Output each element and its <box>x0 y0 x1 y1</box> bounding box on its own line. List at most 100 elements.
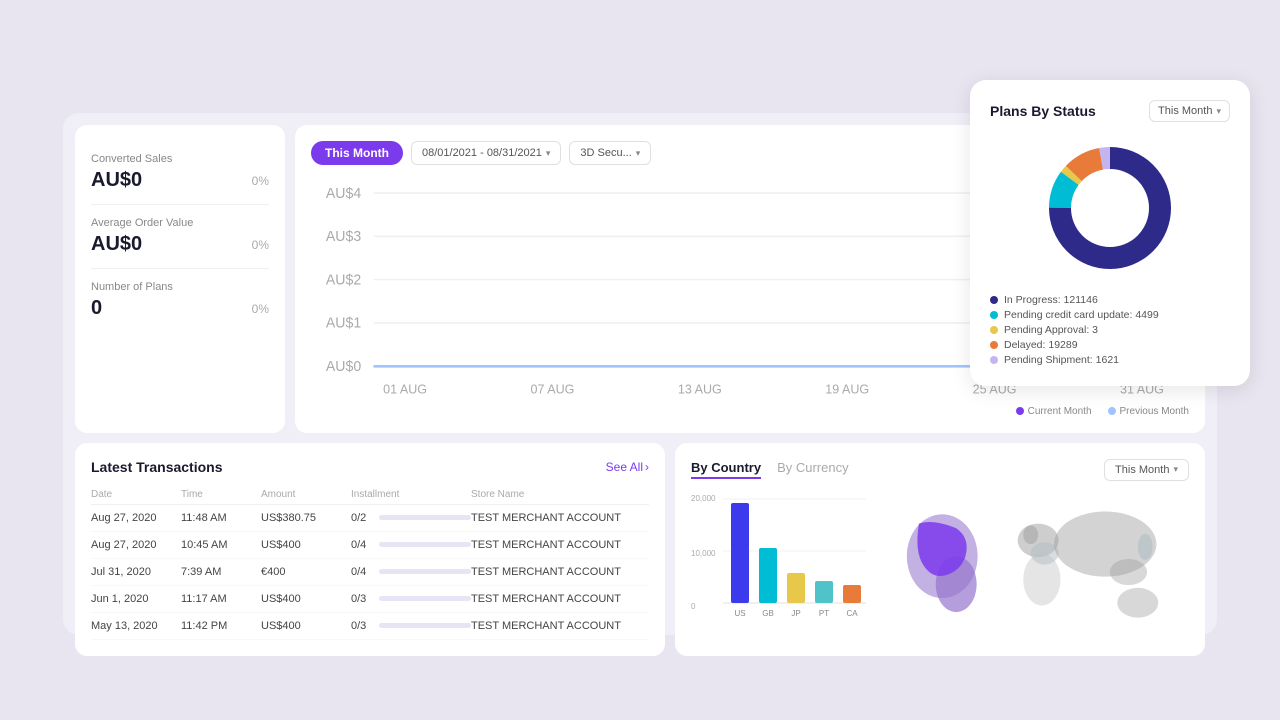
stat-num-plans: Number of Plans 0 0% <box>91 269 269 332</box>
plans-card-header: Plans By Status This Month ▾ <box>990 100 1230 122</box>
stat-avg-order-percent: 0% <box>252 238 269 252</box>
legend-item: Pending Approval: 3 <box>990 324 1230 336</box>
col-installment: Installment <box>351 489 471 500</box>
td-installment: 0/4 <box>351 539 471 551</box>
transactions-header: Latest Transactions See All › <box>91 459 649 475</box>
svg-text:AU$0: AU$0 <box>326 359 361 375</box>
legend-label: In Progress: 121146 <box>1004 294 1098 306</box>
country-header: By Country By Currency This Month ▾ <box>691 459 1189 481</box>
td-amount: US$400 <box>261 593 351 605</box>
plans-this-month-button[interactable]: This Month ▾ <box>1149 100 1230 122</box>
svg-text:AU$2: AU$2 <box>326 272 361 288</box>
chart-legend: Current Month Previous Month <box>311 406 1189 417</box>
transactions-title: Latest Transactions <box>91 459 223 475</box>
svg-text:07 AUG: 07 AUG <box>531 382 575 396</box>
plans-card: Plans By Status This Month ▾ <box>970 80 1250 386</box>
world-map <box>891 491 1189 640</box>
svg-text:CA: CA <box>846 609 858 618</box>
country-content: 20,000 10,000 0 US GB <box>691 491 1189 640</box>
date-range-button[interactable]: 08/01/2021 - 08/31/2021 ▾ <box>411 141 561 165</box>
td-amount: €400 <box>261 566 351 578</box>
chevron-down-icon: ▾ <box>1173 464 1178 475</box>
legend-item: Pending credit card update: 4499 <box>990 309 1230 321</box>
transactions-panel: Latest Transactions See All › Date Time … <box>75 443 665 656</box>
td-date: Jun 1, 2020 <box>91 593 181 605</box>
filter-label: 3D Secu... <box>580 147 631 159</box>
td-installment: 0/3 <box>351 593 471 605</box>
stat-avg-order-value: AU$0 <box>91 233 142 256</box>
svg-text:GB: GB <box>762 609 774 618</box>
country-tabs: By Country By Currency <box>691 460 849 479</box>
td-time: 11:42 PM <box>181 620 261 632</box>
legend-item: In Progress: 121146 <box>990 294 1230 306</box>
bar-chart: 20,000 10,000 0 US GB <box>691 491 891 640</box>
legend-label: Delayed: 19289 <box>1004 339 1078 351</box>
plans-this-month-label: This Month <box>1158 105 1212 117</box>
country-this-month-label: This Month <box>1115 464 1169 476</box>
td-store: TEST MERCHANT ACCOUNT <box>471 539 649 551</box>
td-store: TEST MERCHANT ACCOUNT <box>471 566 649 578</box>
legend-label: Pending Shipment: 1621 <box>1004 354 1119 366</box>
country-panel: By Country By Currency This Month ▾ 20,0… <box>675 443 1205 656</box>
tab-by-currency[interactable]: By Currency <box>777 460 849 479</box>
svg-text:AU$3: AU$3 <box>326 229 361 245</box>
svg-text:PT: PT <box>819 609 829 618</box>
plans-legend: In Progress: 121146 Pending credit card … <box>990 294 1230 366</box>
chevron-down-icon: ▾ <box>636 148 641 159</box>
table-row: Aug 27, 2020 11:48 AM US$380.75 0/2 TEST… <box>91 505 649 532</box>
donut-chart <box>990 138 1230 278</box>
table-header: Date Time Amount Installment Store Name <box>91 485 649 505</box>
svg-text:0: 0 <box>691 602 696 611</box>
legend-item: Pending Shipment: 1621 <box>990 354 1230 366</box>
date-range-label: 08/01/2021 - 08/31/2021 <box>422 147 542 159</box>
svg-text:13 AUG: 13 AUG <box>678 382 722 396</box>
td-date: Aug 27, 2020 <box>91 539 181 551</box>
col-date: Date <box>91 489 181 500</box>
stat-num-plans-value: 0 <box>91 297 102 320</box>
tab-by-country[interactable]: By Country <box>691 460 761 479</box>
stat-num-plans-label: Number of Plans <box>91 281 269 293</box>
col-time: Time <box>181 489 261 500</box>
svg-text:AU$1: AU$1 <box>326 316 361 332</box>
td-time: 11:48 AM <box>181 512 261 524</box>
td-amount: US$400 <box>261 620 351 632</box>
stat-num-plans-percent: 0% <box>252 302 269 316</box>
arrow-right-icon: › <box>645 460 649 474</box>
legend-current: Current Month <box>1016 406 1092 417</box>
td-store: TEST MERCHANT ACCOUNT <box>471 593 649 605</box>
td-amount: US$380.75 <box>261 512 351 524</box>
td-store: TEST MERCHANT ACCOUNT <box>471 620 649 632</box>
table-row: Jun 1, 2020 11:17 AM US$400 0/3 TEST MER… <box>91 586 649 613</box>
country-this-month-button[interactable]: This Month ▾ <box>1104 459 1189 481</box>
col-amount: Amount <box>261 489 351 500</box>
svg-text:JP: JP <box>791 609 800 618</box>
legend-label: Pending credit card update: 4499 <box>1004 309 1159 321</box>
bottom-row: Latest Transactions See All › Date Time … <box>75 443 1205 656</box>
td-store: TEST MERCHANT ACCOUNT <box>471 512 649 524</box>
svg-text:01 AUG: 01 AUG <box>383 382 427 396</box>
td-date: May 13, 2020 <box>91 620 181 632</box>
td-time: 10:45 AM <box>181 539 261 551</box>
filter-button[interactable]: 3D Secu... ▾ <box>569 141 651 165</box>
legend-previous: Previous Month <box>1108 406 1189 417</box>
transaction-rows: Aug 27, 2020 11:48 AM US$380.75 0/2 TEST… <box>91 505 649 640</box>
td-installment: 0/2 <box>351 512 471 524</box>
svg-text:AU$4: AU$4 <box>326 186 361 202</box>
stat-converted-sales-percent: 0% <box>252 174 269 188</box>
svg-text:10,000: 10,000 <box>691 549 716 558</box>
td-date: Aug 27, 2020 <box>91 512 181 524</box>
see-all-link[interactable]: See All › <box>606 460 649 474</box>
td-amount: US$400 <box>261 539 351 551</box>
see-all-label: See All <box>606 460 643 474</box>
stat-avg-order-label: Average Order Value <box>91 217 269 229</box>
legend-item: Delayed: 19289 <box>990 339 1230 351</box>
stat-converted-sales-value: AU$0 <box>91 169 142 192</box>
stat-converted-sales: Converted Sales AU$0 0% <box>91 141 269 205</box>
stats-panel: Converted Sales AU$0 0% Average Order Va… <box>75 125 285 433</box>
legend-label: Pending Approval: 3 <box>1004 324 1098 336</box>
svg-text:US: US <box>734 609 745 618</box>
td-installment: 0/4 <box>351 566 471 578</box>
this-month-button[interactable]: This Month <box>311 141 403 165</box>
td-time: 11:17 AM <box>181 593 261 605</box>
svg-text:20,000: 20,000 <box>691 494 716 503</box>
